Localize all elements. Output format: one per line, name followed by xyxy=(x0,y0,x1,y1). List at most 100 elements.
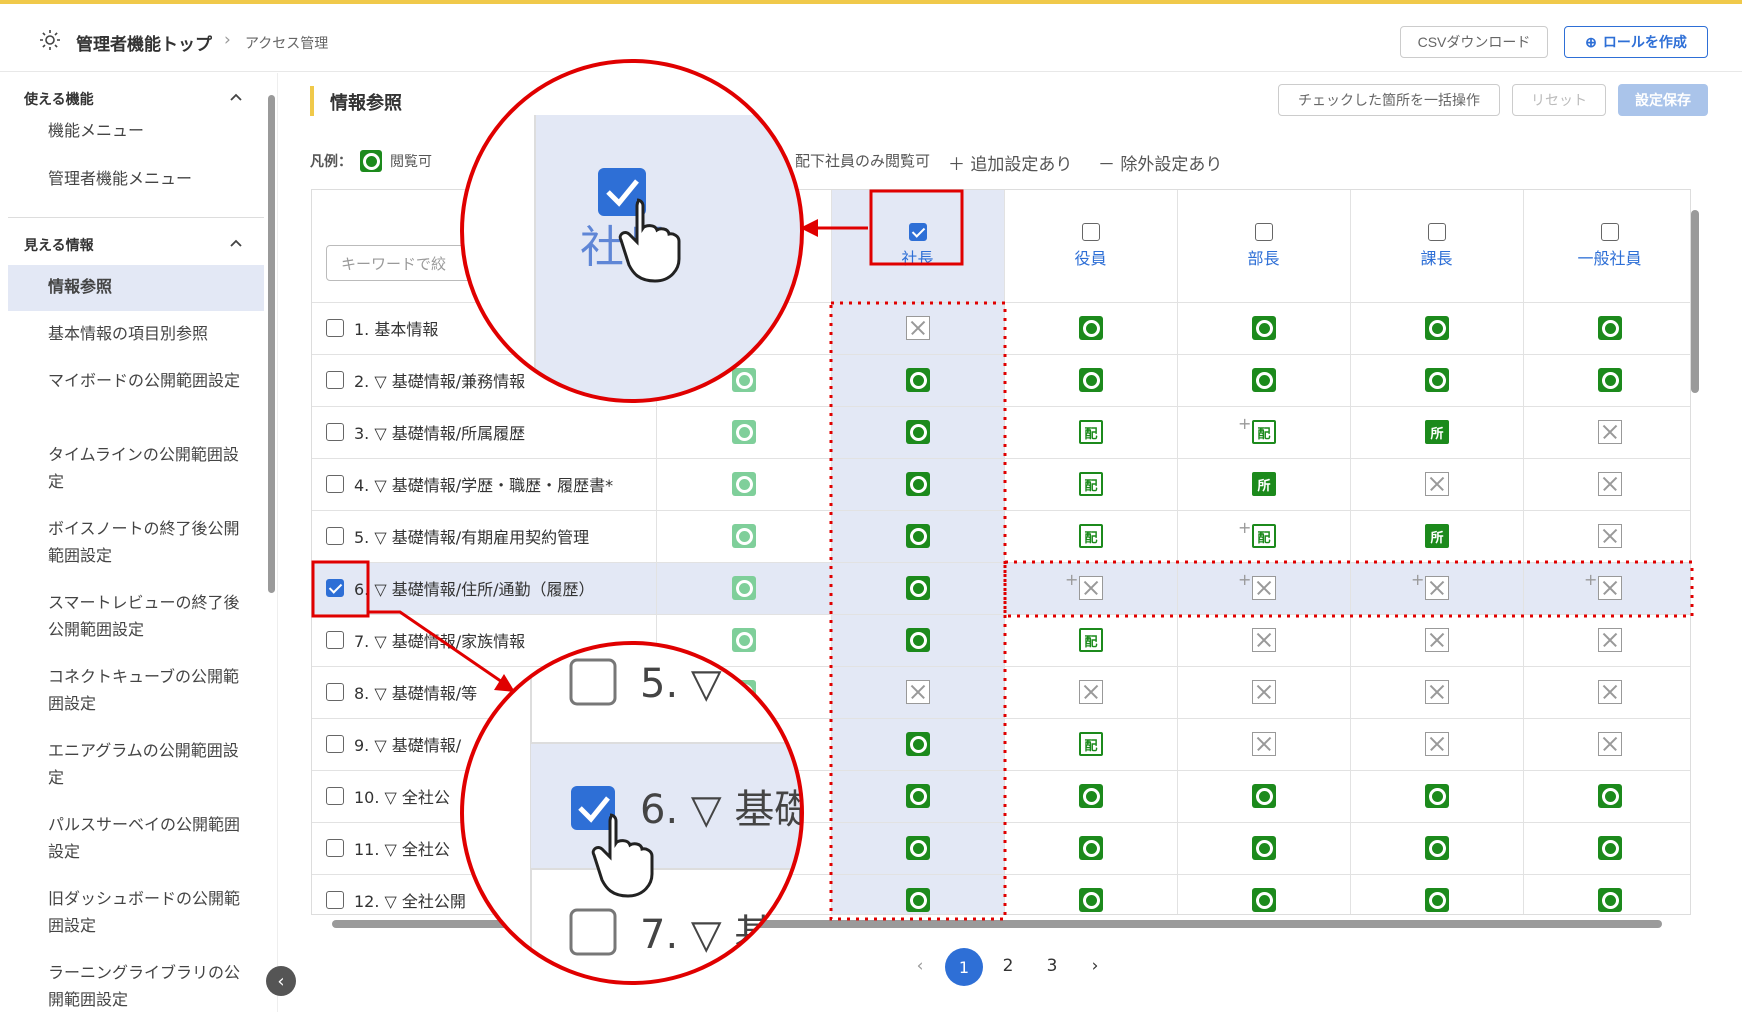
sidebar-scrollbar[interactable] xyxy=(268,95,275,593)
chevron-up-icon[interactable] xyxy=(228,235,244,251)
row-checkbox[interactable] xyxy=(326,475,344,493)
sidebar-item-admin-menu[interactable]: 管理者機能メニュー xyxy=(48,165,248,192)
not-viewable-icon[interactable] xyxy=(1598,680,1622,704)
not-viewable-icon[interactable] xyxy=(1598,524,1622,548)
reset-button[interactable]: リセット xyxy=(1512,84,1606,116)
row-checkbox[interactable] xyxy=(326,527,344,545)
not-viewable-icon[interactable] xyxy=(1252,732,1276,756)
row-checkbox[interactable] xyxy=(326,631,344,649)
viewable-icon[interactable] xyxy=(1598,836,1622,860)
row-checkbox[interactable] xyxy=(326,787,344,805)
row-checkbox[interactable] xyxy=(326,891,344,909)
column-header-executive[interactable]: 役員 xyxy=(1004,190,1177,302)
viewable-icon[interactable] xyxy=(1598,368,1622,392)
not-viewable-icon[interactable] xyxy=(1425,576,1449,600)
table-row-label[interactable]: 10. ▽ 全社公 xyxy=(326,770,450,822)
sidebar-item-enneagram[interactable]: エニアグラムの公開範囲設定 xyxy=(48,737,248,791)
viewable-icon[interactable] xyxy=(1252,368,1276,392)
not-viewable-icon[interactable] xyxy=(1252,680,1276,704)
viewable-icon[interactable] xyxy=(732,420,756,444)
column-checkbox-president[interactable] xyxy=(908,223,927,241)
row-checkbox[interactable] xyxy=(326,371,344,389)
viewable-icon[interactable] xyxy=(906,368,930,392)
sidebar-item-voicenote[interactable]: ボイスノートの終了後公開範囲設定 xyxy=(48,515,248,569)
viewable-icon[interactable] xyxy=(732,628,756,652)
viewable-icon[interactable] xyxy=(1079,836,1103,860)
viewable-icon[interactable] xyxy=(1598,784,1622,808)
viewable-icon[interactable] xyxy=(906,836,930,860)
viewable-icon[interactable] xyxy=(1079,368,1103,392)
column-checkbox-manager[interactable] xyxy=(1254,223,1273,241)
sidebar-item-myboard[interactable]: マイボードの公開範囲設定 xyxy=(48,367,248,394)
viewable-icon[interactable] xyxy=(1252,836,1276,860)
sidebar-item-smartreview[interactable]: スマートレビューの終了後公開範囲設定 xyxy=(48,589,248,643)
not-viewable-icon[interactable] xyxy=(1598,472,1622,496)
column-checkbox-section-chief[interactable] xyxy=(1427,223,1446,241)
subordinate-only-icon[interactable]: 配 xyxy=(1252,420,1276,444)
column-checkbox-executive[interactable] xyxy=(1081,223,1100,241)
not-viewable-icon[interactable] xyxy=(1079,576,1103,600)
viewable-icon[interactable] xyxy=(906,420,930,444)
viewable-icon[interactable] xyxy=(1079,784,1103,808)
table-row-label[interactable]: 12. ▽ 全社公開 xyxy=(326,874,466,914)
not-viewable-icon[interactable] xyxy=(1252,576,1276,600)
sidebar-item-timeline[interactable]: タイムラインの公開範囲設定 xyxy=(48,441,248,495)
create-role-button[interactable]: ⊕ ロールを作成 xyxy=(1564,26,1708,58)
table-row-label[interactable]: 7. ▽ 基礎情報/家族情報 xyxy=(326,614,525,666)
viewable-icon[interactable] xyxy=(906,784,930,808)
not-viewable-icon[interactable] xyxy=(906,680,930,704)
viewable-icon[interactable] xyxy=(732,472,756,496)
not-viewable-icon[interactable] xyxy=(1425,680,1449,704)
viewable-icon[interactable] xyxy=(1079,316,1103,340)
column-header-section-chief[interactable]: 課長 xyxy=(1350,190,1523,302)
table-row-label[interactable]: 8. ▽ 基礎情報/等 xyxy=(326,666,477,718)
not-viewable-icon[interactable] xyxy=(1252,628,1276,652)
viewable-icon[interactable] xyxy=(1252,316,1276,340)
pagination-prev[interactable]: ‹ xyxy=(910,948,930,984)
viewable-icon[interactable] xyxy=(732,524,756,548)
viewable-icon[interactable] xyxy=(1425,368,1449,392)
column-header-president[interactable]: 社長 xyxy=(831,190,1004,302)
viewable-icon[interactable] xyxy=(732,576,756,600)
sidebar-item-basic-info[interactable]: 基本情報の項目別参照 xyxy=(48,320,248,347)
table-row-label[interactable]: 3. ▽ 基礎情報/所属履歴 xyxy=(326,406,525,458)
viewable-icon[interactable] xyxy=(906,524,930,548)
viewable-icon[interactable] xyxy=(1598,316,1622,340)
table-row-label[interactable]: 6. ▽ 基礎情報/住所/通勤（履歴） xyxy=(326,562,595,614)
pagination-next[interactable]: › xyxy=(1085,948,1105,984)
viewable-icon[interactable] xyxy=(906,472,930,496)
table-row-label[interactable]: 11. ▽ 全社公 xyxy=(326,822,450,874)
viewable-icon[interactable] xyxy=(1425,784,1449,808)
not-viewable-icon[interactable] xyxy=(1425,472,1449,496)
sidebar-section-features[interactable]: 使える機能 xyxy=(24,89,94,109)
table-row-label[interactable]: 5. ▽ 基礎情報/有期雇用契約管理 xyxy=(326,510,589,562)
row-checkbox[interactable] xyxy=(326,839,344,857)
viewable-icon[interactable] xyxy=(906,888,930,912)
row-checkbox[interactable] xyxy=(326,579,344,597)
viewable-icon[interactable] xyxy=(1252,784,1276,808)
subordinate-only-icon[interactable]: 配 xyxy=(1252,524,1276,548)
sidebar-item-info-reference[interactable]: 情報参照 xyxy=(48,273,248,300)
sidebar-item-function-menu[interactable]: 機能メニュー xyxy=(48,117,248,144)
row-checkbox[interactable] xyxy=(326,683,344,701)
table-row-label[interactable]: 1. 基本情報 xyxy=(326,302,438,354)
table-row-label[interactable]: 4. ▽ 基礎情報/学歴・職歴・履歴書* xyxy=(326,458,613,510)
breadcrumb-root[interactable]: 管理者機能トップ xyxy=(76,30,212,55)
viewable-icon[interactable] xyxy=(1252,888,1276,912)
not-viewable-icon[interactable] xyxy=(1598,732,1622,756)
row-checkbox[interactable] xyxy=(326,423,344,441)
viewable-icon[interactable] xyxy=(732,680,756,704)
gear-icon[interactable] xyxy=(38,28,62,52)
sidebar-item-learning-library[interactable]: ラーニングライブラリの公開範囲設定 xyxy=(48,959,248,1012)
viewable-icon[interactable] xyxy=(906,628,930,652)
row-checkbox[interactable] xyxy=(326,735,344,753)
table-row-label[interactable]: 2. ▽ 基礎情報/兼務情報 xyxy=(326,354,525,406)
csv-download-button[interactable]: CSVダウンロード xyxy=(1400,26,1548,58)
table-row-label[interactable]: 9. ▽ 基礎情報/ xyxy=(326,718,461,770)
viewable-icon[interactable] xyxy=(732,368,756,392)
viewable-icon[interactable] xyxy=(906,576,930,600)
subordinate-only-icon[interactable]: 配 xyxy=(1079,420,1103,444)
department-only-icon[interactable]: 所 xyxy=(1425,420,1449,444)
sidebar-section-visible-info[interactable]: 見える情報 xyxy=(24,235,94,255)
department-only-icon[interactable]: 所 xyxy=(1252,472,1276,496)
